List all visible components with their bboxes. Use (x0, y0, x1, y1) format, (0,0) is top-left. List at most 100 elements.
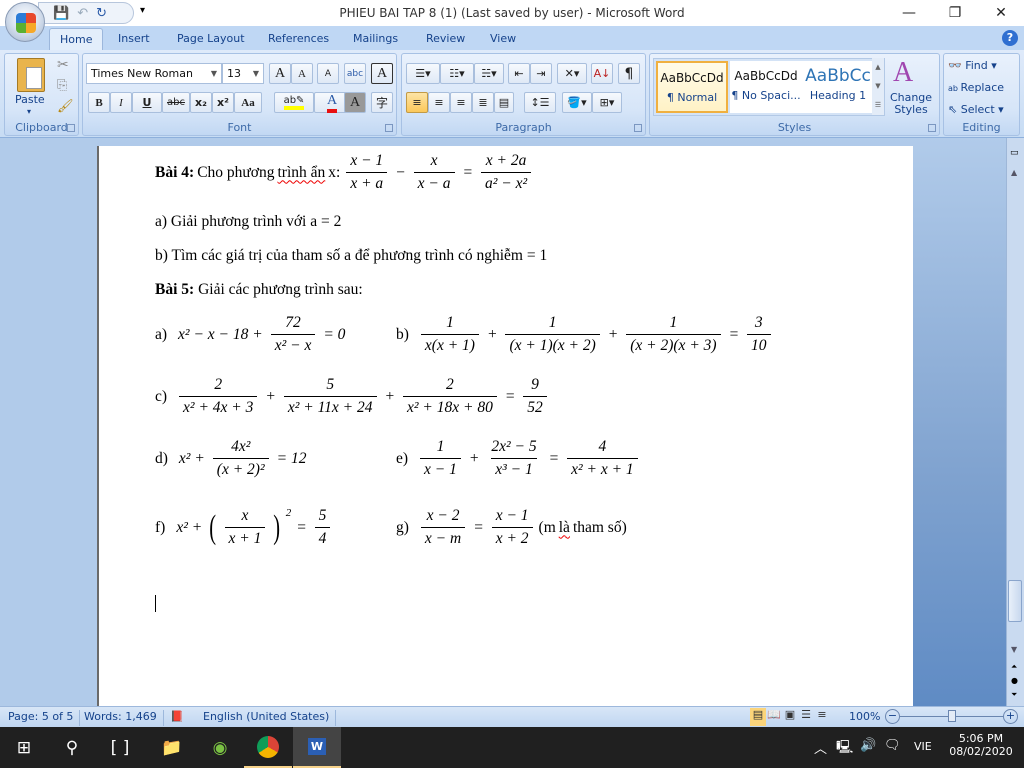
font-name-combo[interactable]: Times New Roman ▼ (86, 63, 222, 84)
minimize-button[interactable]: — (886, 0, 932, 26)
help-icon[interactable]: ? (1002, 30, 1018, 46)
decrease-indent-button[interactable]: ⇤ (508, 63, 530, 84)
shrink-font-button[interactable]: A (291, 63, 313, 84)
show-hidden-icons[interactable]: ︿ (814, 738, 827, 757)
proofing-icon[interactable]: 📕 (164, 710, 194, 726)
scroll-up-icon[interactable]: ▲ (1011, 168, 1017, 177)
task-view-button[interactable]: [ ] (96, 727, 144, 768)
paste-button[interactable]: Paste (15, 93, 45, 106)
zoom-slider-thumb[interactable] (948, 710, 956, 722)
underline-button[interactable]: U (132, 92, 162, 113)
clock[interactable]: 5:06 PM 08/02/2020 (946, 732, 1016, 758)
change-case-button[interactable]: Aa (234, 92, 262, 113)
redo-icon[interactable]: ↻ (96, 6, 107, 21)
input-language[interactable]: VIE (914, 740, 932, 753)
network-icon[interactable]: 🖳 (836, 738, 853, 760)
zoom-level[interactable]: 100% (849, 710, 880, 723)
find-button[interactable]: 👓 Find ▾ (948, 59, 997, 72)
restore-button[interactable]: ❐ (932, 0, 978, 26)
tab-home[interactable]: Home (49, 28, 104, 50)
change-styles-button[interactable]: Change Styles (888, 92, 934, 116)
outline-icon[interactable]: ☰ (798, 708, 814, 726)
scroll-down-icon[interactable]: ▼ (1011, 645, 1017, 654)
browse-object-icon[interactable]: ● (1011, 676, 1018, 685)
next-page-icon[interactable]: ⏷ (1011, 690, 1017, 700)
full-screen-reading-icon[interactable]: 📖 (766, 708, 782, 726)
spelling-error-text[interactable]: trình ẩn (278, 164, 326, 182)
grow-font-button[interactable]: A (269, 63, 291, 84)
justify-button[interactable]: ≣ (472, 92, 494, 113)
asian-layout-button[interactable]: ✕▾ (557, 63, 587, 84)
dialog-launcher-icon[interactable] (67, 124, 75, 132)
character-shading-button[interactable]: A (344, 92, 366, 113)
paste-dropdown-icon[interactable]: ▾ (27, 107, 31, 116)
scrollbar-thumb[interactable] (1008, 580, 1022, 622)
page-count[interactable]: Page: 5 of 5 (2, 710, 81, 726)
replace-button[interactable]: ab Replace (948, 81, 1004, 94)
web-layout-icon[interactable]: ▣ (782, 708, 798, 726)
search-button[interactable]: ⚲ (48, 727, 96, 768)
bullets-button[interactable]: ☰▾ (406, 63, 440, 84)
vertical-scrollbar[interactable]: ▭ ▲ ▼ ⏶ ● ⏷ (1006, 138, 1024, 706)
superscript-button[interactable]: x² (212, 92, 234, 113)
save-icon[interactable]: 💾 (53, 6, 69, 21)
show-formatting-button[interactable]: ¶ (618, 63, 640, 84)
coccoc-button[interactable]: ◉ (196, 727, 244, 768)
tab-review[interactable]: Review (416, 28, 475, 50)
dialog-launcher-icon[interactable] (928, 124, 936, 132)
chrome-button[interactable] (244, 727, 292, 768)
strikethrough-button[interactable]: abc (162, 92, 190, 113)
enclose-characters-button[interactable]: 字 (371, 92, 393, 113)
word-button[interactable]: W (293, 727, 341, 768)
sort-button[interactable]: A↓ (591, 63, 613, 84)
style-heading-1[interactable]: AaBbCc Heading 1 (802, 61, 874, 113)
previous-page-icon[interactable]: ⏶ (1011, 662, 1017, 672)
zoom-out-icon[interactable]: − (885, 709, 900, 724)
shading-button[interactable]: 🪣▾ (562, 92, 592, 113)
style-normal[interactable]: AaBbCcDd ¶ Normal (656, 61, 728, 113)
file-explorer-button[interactable]: 📁 (148, 727, 196, 768)
bold-button[interactable]: B (88, 92, 110, 113)
customize-qat-icon[interactable]: ▾ (140, 5, 145, 16)
language[interactable]: English (United States) (197, 710, 337, 726)
select-button[interactable]: ⇖ Select ▾ (948, 103, 1004, 116)
dialog-launcher-icon[interactable] (385, 124, 393, 132)
office-button[interactable] (5, 2, 45, 42)
borders-button[interactable]: ⊞▾ (592, 92, 622, 113)
italic-button[interactable]: I (110, 92, 132, 113)
tab-page-layout[interactable]: Page Layout (167, 28, 255, 50)
font-size-combo[interactable]: 13 ▼ (222, 63, 264, 84)
increase-indent-button[interactable]: ⇥ (530, 63, 552, 84)
zoom-in-icon[interactable]: + (1003, 709, 1018, 724)
style-gallery-scroll[interactable]: ▲ ▼ ☰ (872, 58, 884, 115)
spelling-error-text[interactable]: là (559, 519, 570, 537)
phonetic-guide-button[interactable]: abc (344, 63, 366, 84)
tab-mailings[interactable]: Mailings (343, 28, 408, 50)
copy-icon[interactable]: ⎘ (57, 78, 67, 93)
format-painter-icon[interactable]: 🖌 (57, 99, 74, 114)
word-count[interactable]: Words: 1,469 (78, 710, 164, 726)
character-border-button[interactable]: A (371, 63, 393, 84)
draft-icon[interactable]: ≡ (814, 708, 830, 726)
action-center-icon[interactable]: 🗨 (884, 738, 901, 753)
volume-icon[interactable]: 🔊 (860, 738, 876, 753)
start-button[interactable]: ⊞ (0, 727, 48, 768)
highlight-button[interactable]: ab✎ (274, 92, 314, 113)
multilevel-list-button[interactable]: ☵▾ (474, 63, 504, 84)
dialog-launcher-icon[interactable] (634, 124, 642, 132)
close-button[interactable]: ✕ (978, 0, 1024, 26)
clear-formatting-button[interactable]: A (317, 63, 339, 84)
align-center-button[interactable]: ≡ (428, 92, 450, 113)
print-layout-icon[interactable]: ▤ (750, 708, 766, 726)
align-right-button[interactable]: ≡ (450, 92, 472, 113)
undo-icon[interactable]: ↶ (77, 6, 88, 21)
style-no-spacing[interactable]: AaBbCcDd ¶ No Spaci... (730, 61, 802, 113)
align-left-button[interactable]: ≡ (406, 92, 428, 113)
line-spacing-button[interactable]: ↕☰ (524, 92, 556, 113)
view-ruler-icon[interactable]: ▭ (1010, 148, 1019, 158)
distributed-button[interactable]: ▤ (494, 92, 514, 113)
tab-view[interactable]: View (480, 28, 526, 50)
subscript-button[interactable]: x₂ (190, 92, 212, 113)
cut-icon[interactable]: ✂ (57, 57, 69, 73)
tab-references[interactable]: References (258, 28, 339, 50)
